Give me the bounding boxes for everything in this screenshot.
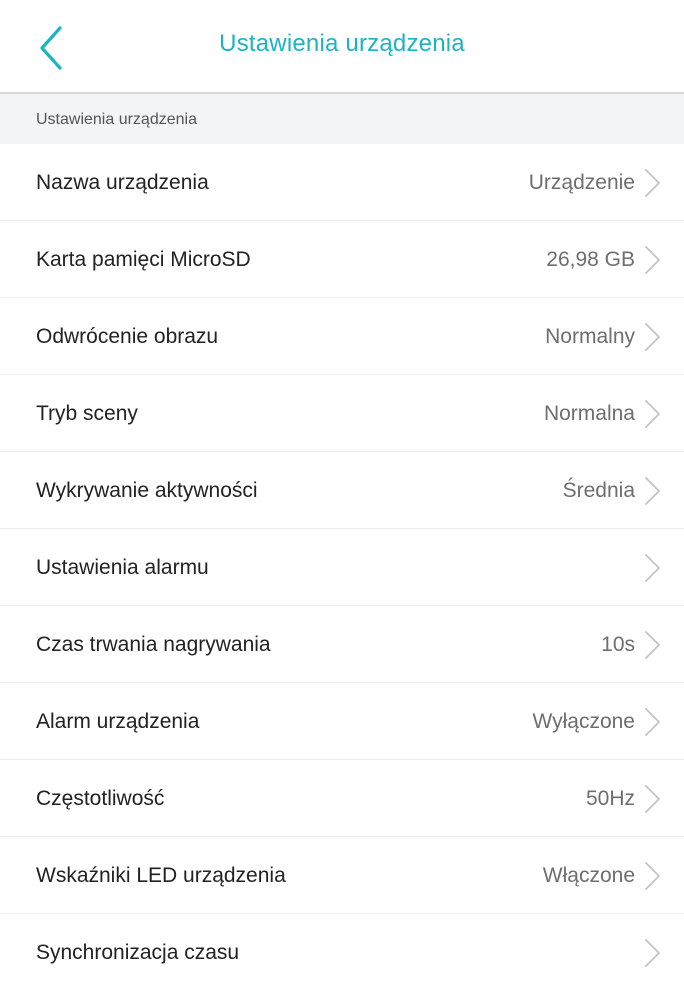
chevron-right-icon [642,784,662,814]
settings-row-time-sync[interactable]: Synchronizacja czasu [0,914,684,991]
chevron-right-icon [642,630,662,660]
section-header: Ustawienia urządzenia [0,94,684,144]
settings-row-alarm-settings[interactable]: Ustawienia alarmu [0,529,684,606]
chevron-right-icon [642,399,662,429]
chevron-right-icon [642,476,662,506]
row-value: 10s [601,633,635,656]
chevron-right-icon [642,168,662,198]
row-label: Synchronizacja czasu [36,941,240,964]
row-value: Normalny [545,325,635,348]
settings-row-device-alarm[interactable]: Alarm urządzenia Wyłączone [0,683,684,760]
row-label: Alarm urządzenia [36,710,200,733]
settings-row-motion-detection[interactable]: Wykrywanie aktywności Średnia [0,452,684,529]
row-label: Nazwa urządzenia [36,171,209,194]
row-label: Ustawienia alarmu [36,556,209,579]
row-label: Karta pamięci MicroSD [36,248,251,271]
row-value: Wyłączone [532,710,635,733]
chevron-right-icon [642,322,662,352]
row-value: Normalna [543,402,635,425]
settings-row-frequency[interactable]: Częstotliwość 50Hz [0,760,684,837]
settings-row-scene-mode[interactable]: Tryb sceny Normalna [0,375,684,452]
settings-list: Nazwa urządzenia Urządzenie Karta pamięc… [0,144,684,991]
settings-row-recording-duration[interactable]: Czas trwania nagrywania 10s [0,606,684,683]
row-value: 26,98 GB [546,248,635,271]
row-label: Odwrócenie obrazu [36,325,219,348]
chevron-right-icon [642,707,662,737]
row-value: Włączone [542,864,635,887]
row-value: 50Hz [585,787,635,810]
row-label: Częstotliwość [36,787,165,810]
settings-row-device-name[interactable]: Nazwa urządzenia Urządzenie [0,144,684,221]
row-value: Średnia [562,479,635,502]
settings-row-led-indicators[interactable]: Wskaźniki LED urządzenia Włączone [0,837,684,914]
top-app-bar: Ustawienia urządzenia [0,0,684,94]
chevron-right-icon [642,861,662,891]
row-label: Wskaźniki LED urządzenia [36,864,286,887]
settings-row-image-flip[interactable]: Odwrócenie obrazu Normalny [0,298,684,375]
chevron-right-icon [642,245,662,275]
page-title: Ustawienia urządzenia [219,30,465,57]
row-label: Tryb sceny [36,402,138,425]
row-label: Wykrywanie aktywności [36,479,258,502]
settings-row-microsd-card[interactable]: Karta pamięci MicroSD 26,98 GB [0,221,684,298]
row-value: Urządzenie [528,171,635,194]
row-label: Czas trwania nagrywania [36,633,271,656]
chevron-right-icon [642,938,662,968]
chevron-right-icon [642,553,662,583]
